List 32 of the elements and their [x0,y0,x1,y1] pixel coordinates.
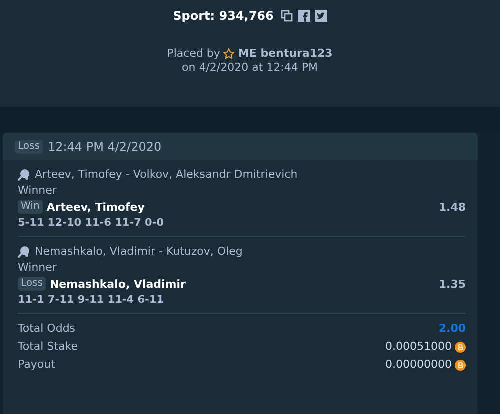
copy-icon[interactable] [280,10,293,22]
total-value: 2.00 [438,321,466,337]
bitcoin-icon [455,360,466,370]
username[interactable]: ME bentura123 [238,47,333,60]
result-tag: Loss [18,277,46,291]
odds-value: 1.35 [438,278,466,290]
table-tennis-icon [18,168,30,180]
bet-title: Sport: 934,766 [173,9,274,23]
bet-time: 12:44 PM 4/2/2020 [48,140,162,154]
event-name: Nemashkalo, Vladimir - Kutuzov, Oleg [35,245,243,258]
placed-by-label: Placed by [167,47,220,60]
score-text: 11-1 7-11 9-11 11-4 6-11 [18,294,166,306]
total-value: 0.00051000 [386,339,452,355]
odds-value: 1.48 [438,200,466,214]
selection-name: Arteev, Timofey [46,200,145,214]
result-tag: Win [18,200,43,214]
facebook-icon[interactable] [298,10,310,22]
total-label: Total Stake [18,339,78,355]
market-name: Winner [18,261,58,274]
star-icon [223,48,236,60]
placed-date: on 4/2/2020 at 12:44 PM [182,61,318,74]
bitcoin-icon [455,342,466,352]
event-name: Arteev, Timofey - Volkov, Aleksandr Dmitrievich [35,168,298,181]
market-name: Winner [18,184,58,197]
total-label: Payout [18,357,56,373]
status-tag: Loss [15,140,43,154]
table-tennis-icon [18,246,30,258]
score-text: 5-11 12-10 11-6 11-7 0-0 [18,217,166,229]
total-value: 0.00000000 [386,357,452,373]
selection-name: Nemashkalo, Vladimir [50,278,186,290]
total-label: Total Odds [18,321,76,337]
twitter-icon[interactable] [314,10,327,22]
